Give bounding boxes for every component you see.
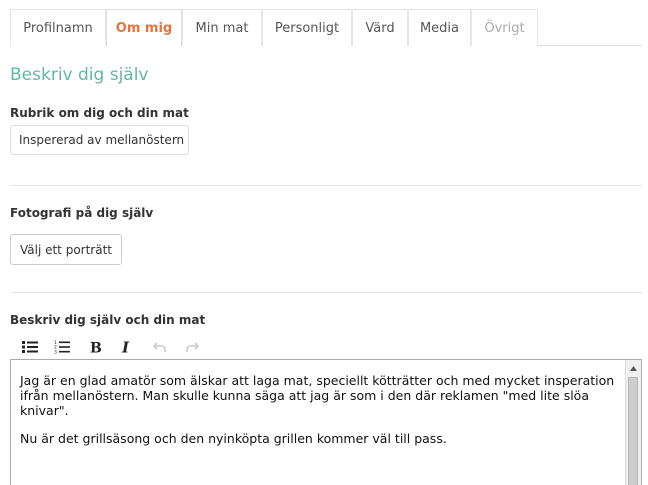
description-label: Beskriv dig själv och din mat: [10, 313, 206, 327]
tab-profilnamn[interactable]: Profilnamn: [10, 9, 106, 46]
tab-label: Personligt: [274, 20, 340, 36]
tab-label: Profilnamn: [23, 20, 93, 36]
headline-label: Rubrik om dig och din mat: [10, 106, 189, 120]
editor-scrollbar[interactable]: [625, 360, 641, 485]
tab-vard[interactable]: Värd: [352, 9, 408, 46]
tab-label: Värd: [365, 20, 395, 36]
tab-ovrigt: Övrigt: [471, 9, 538, 46]
divider: [10, 292, 642, 293]
scroll-up-arrow-icon[interactable]: [626, 360, 641, 376]
bulleted-list-icon[interactable]: [18, 336, 42, 358]
section-title: Beskriv dig själv: [10, 65, 149, 85]
svg-text:3: 3: [54, 349, 57, 354]
tab-label: Media: [419, 20, 460, 36]
tab-media[interactable]: Media: [408, 9, 471, 46]
headline-input[interactable]: Inspererad av mellanöstern: [10, 125, 189, 155]
svg-text:I: I: [121, 340, 130, 354]
tab-label: Min mat: [195, 20, 249, 36]
editor-content[interactable]: Jag är en glad amatör som älskar att lag…: [20, 373, 615, 459]
tab-personligt[interactable]: Personligt: [262, 9, 352, 46]
profile-tabs: Profilnamn Om mig Min mat Personligt Vär…: [10, 9, 642, 47]
tab-min-mat[interactable]: Min mat: [182, 9, 262, 46]
tab-label: Om mig: [115, 21, 173, 36]
headline-value: Inspererad av mellanöstern: [19, 133, 185, 147]
editor-paragraph: Jag är en glad amatör som älskar att lag…: [20, 373, 615, 418]
choose-portrait-label: Välj ett porträtt: [19, 242, 112, 257]
editor-paragraph: Nu är det grillsäsong och den nyinköpta …: [20, 431, 447, 446]
bold-icon[interactable]: B: [83, 336, 107, 358]
choose-portrait-button[interactable]: Välj ett porträtt: [10, 234, 122, 265]
tab-om-mig[interactable]: Om mig: [106, 9, 182, 47]
photo-label: Fotografi på dig själv: [10, 206, 154, 220]
description-editor[interactable]: Jag är en glad amatör som älskar att lag…: [10, 359, 642, 485]
divider: [10, 185, 642, 186]
undo-icon: [148, 336, 172, 358]
numbered-list-icon[interactable]: 1 2 3: [50, 336, 74, 358]
italic-icon[interactable]: I: [115, 336, 139, 358]
svg-text:B: B: [90, 341, 101, 355]
tab-label: Övrigt: [484, 20, 525, 36]
scroll-thumb[interactable]: [628, 377, 638, 485]
redo-icon: [180, 336, 204, 358]
